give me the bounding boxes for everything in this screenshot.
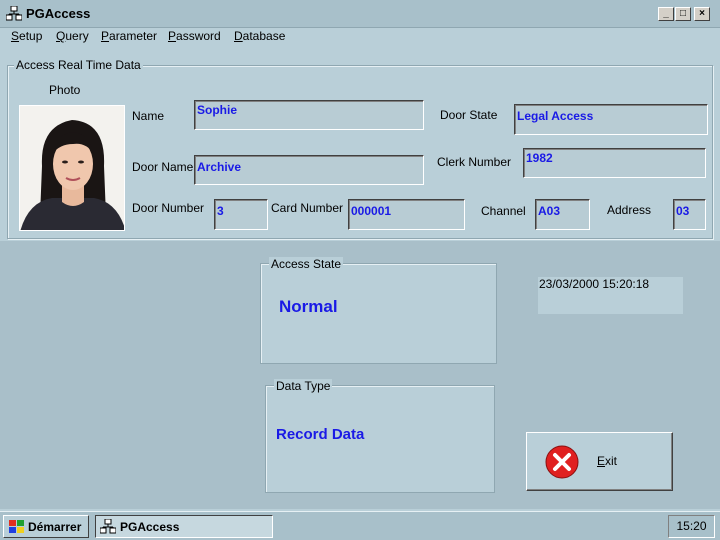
maximize-button[interactable]: □ (675, 7, 691, 21)
network-computers-icon (100, 519, 116, 534)
door-name-label: Door Name (132, 160, 194, 174)
menu-database[interactable]: Database (234, 29, 285, 43)
person-portrait-icon (20, 106, 124, 230)
door-state-field: Legal Access (514, 104, 708, 135)
address-label: Address (607, 203, 652, 217)
name-field: Sophie (194, 100, 424, 130)
close-button[interactable]: × (694, 7, 710, 21)
clerk-number-field: 1982 (523, 148, 706, 178)
title-bar: PGAccess _ □ × (0, 0, 720, 28)
door-number-field: 3 (214, 199, 268, 230)
door-number-label: Door Number (132, 201, 205, 215)
card-number-field: 000001 (348, 199, 465, 230)
menu-query[interactable]: Query (56, 29, 89, 43)
windows-logo-icon (9, 520, 24, 533)
exit-button[interactable]: Exit (526, 432, 673, 491)
error-x-icon (545, 445, 579, 479)
window-title: PGAccess (26, 6, 91, 21)
menu-bar: Setup Query Parameter Password Database (0, 28, 720, 48)
taskbar-item-pgaccess[interactable]: PGAccess (95, 515, 273, 538)
system-tray-clock: 15:20 (668, 515, 715, 538)
door-state-label: Door State (440, 108, 498, 122)
card-number-label: Card Number (271, 201, 344, 215)
start-label: Démarrer (28, 520, 82, 534)
clerk-number-label: Clerk Number (437, 155, 512, 169)
minimize-button[interactable]: _ (658, 7, 674, 21)
taskbar: Démarrer PGAccess 15:20 (0, 511, 720, 540)
channel-field: A03 (535, 199, 590, 230)
datetime-display: 23/03/2000 15:20:18 (538, 277, 683, 314)
channel-label: Channel (481, 204, 526, 218)
access-state-panel: Access State Normal (260, 257, 497, 364)
access-state-title: Access State (269, 257, 344, 271)
menu-parameter[interactable]: Parameter (101, 29, 157, 43)
photo-label: Photo (49, 83, 81, 97)
data-type-panel: Data Type Record Data (265, 379, 495, 493)
data-type-value: Record Data (276, 426, 365, 443)
group-title: Access Real Time Data (14, 58, 143, 72)
start-button[interactable]: Démarrer (3, 515, 89, 538)
name-label: Name (132, 109, 165, 123)
employee-photo (19, 105, 125, 231)
exit-label: Exit (597, 454, 618, 468)
menu-password[interactable]: Password (168, 29, 221, 43)
network-computers-icon[interactable] (6, 6, 22, 22)
menu-setup[interactable]: Setup (11, 29, 42, 43)
door-name-field: Archive (194, 155, 424, 185)
access-state-value: Normal (279, 297, 338, 316)
address-field: 03 (673, 199, 706, 230)
taskbar-item-label: PGAccess (120, 520, 180, 534)
data-type-title: Data Type (274, 379, 333, 393)
